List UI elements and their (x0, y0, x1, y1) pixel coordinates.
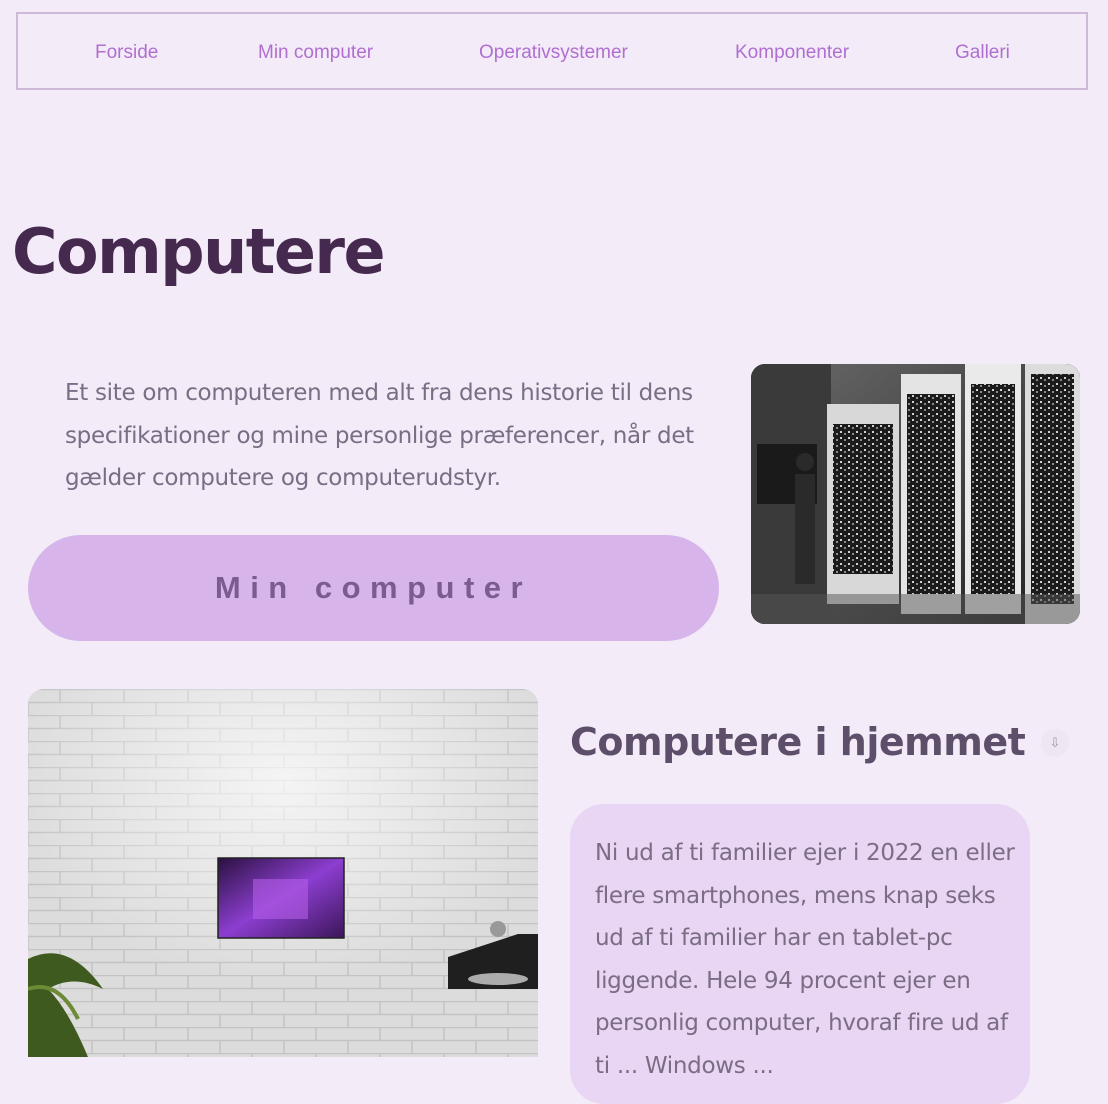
nav-link-operativsystemer[interactable]: Operativsystemer (479, 42, 628, 64)
page-title: Computere (12, 215, 386, 288)
nav-link-galleri[interactable]: Galleri (955, 42, 1010, 64)
intro-text: Et site om computeren med alt fra dens h… (65, 380, 694, 491)
nav-link-forside[interactable]: Forside (95, 42, 158, 64)
main-nav: Forside Min computer Operativsystemer Ko… (16, 12, 1088, 90)
nav-link-min-computer[interactable]: Min computer (258, 42, 373, 64)
mainframe-photo (751, 364, 1080, 624)
section-heading-home: Computere i hjemmet (570, 720, 1026, 764)
nav-link-komponenter[interactable]: Komponenter (735, 42, 849, 64)
info-card-text: Ni ud af ti familier ejer i 2022 en elle… (595, 840, 1015, 1079)
min-computer-button[interactable]: Min computer (28, 535, 719, 641)
info-card: Ni ud af ti familier ejer i 2022 en elle… (570, 804, 1030, 1104)
room-photo (28, 689, 538, 1057)
download-arrow-icon[interactable]: ⇩ (1041, 729, 1069, 757)
